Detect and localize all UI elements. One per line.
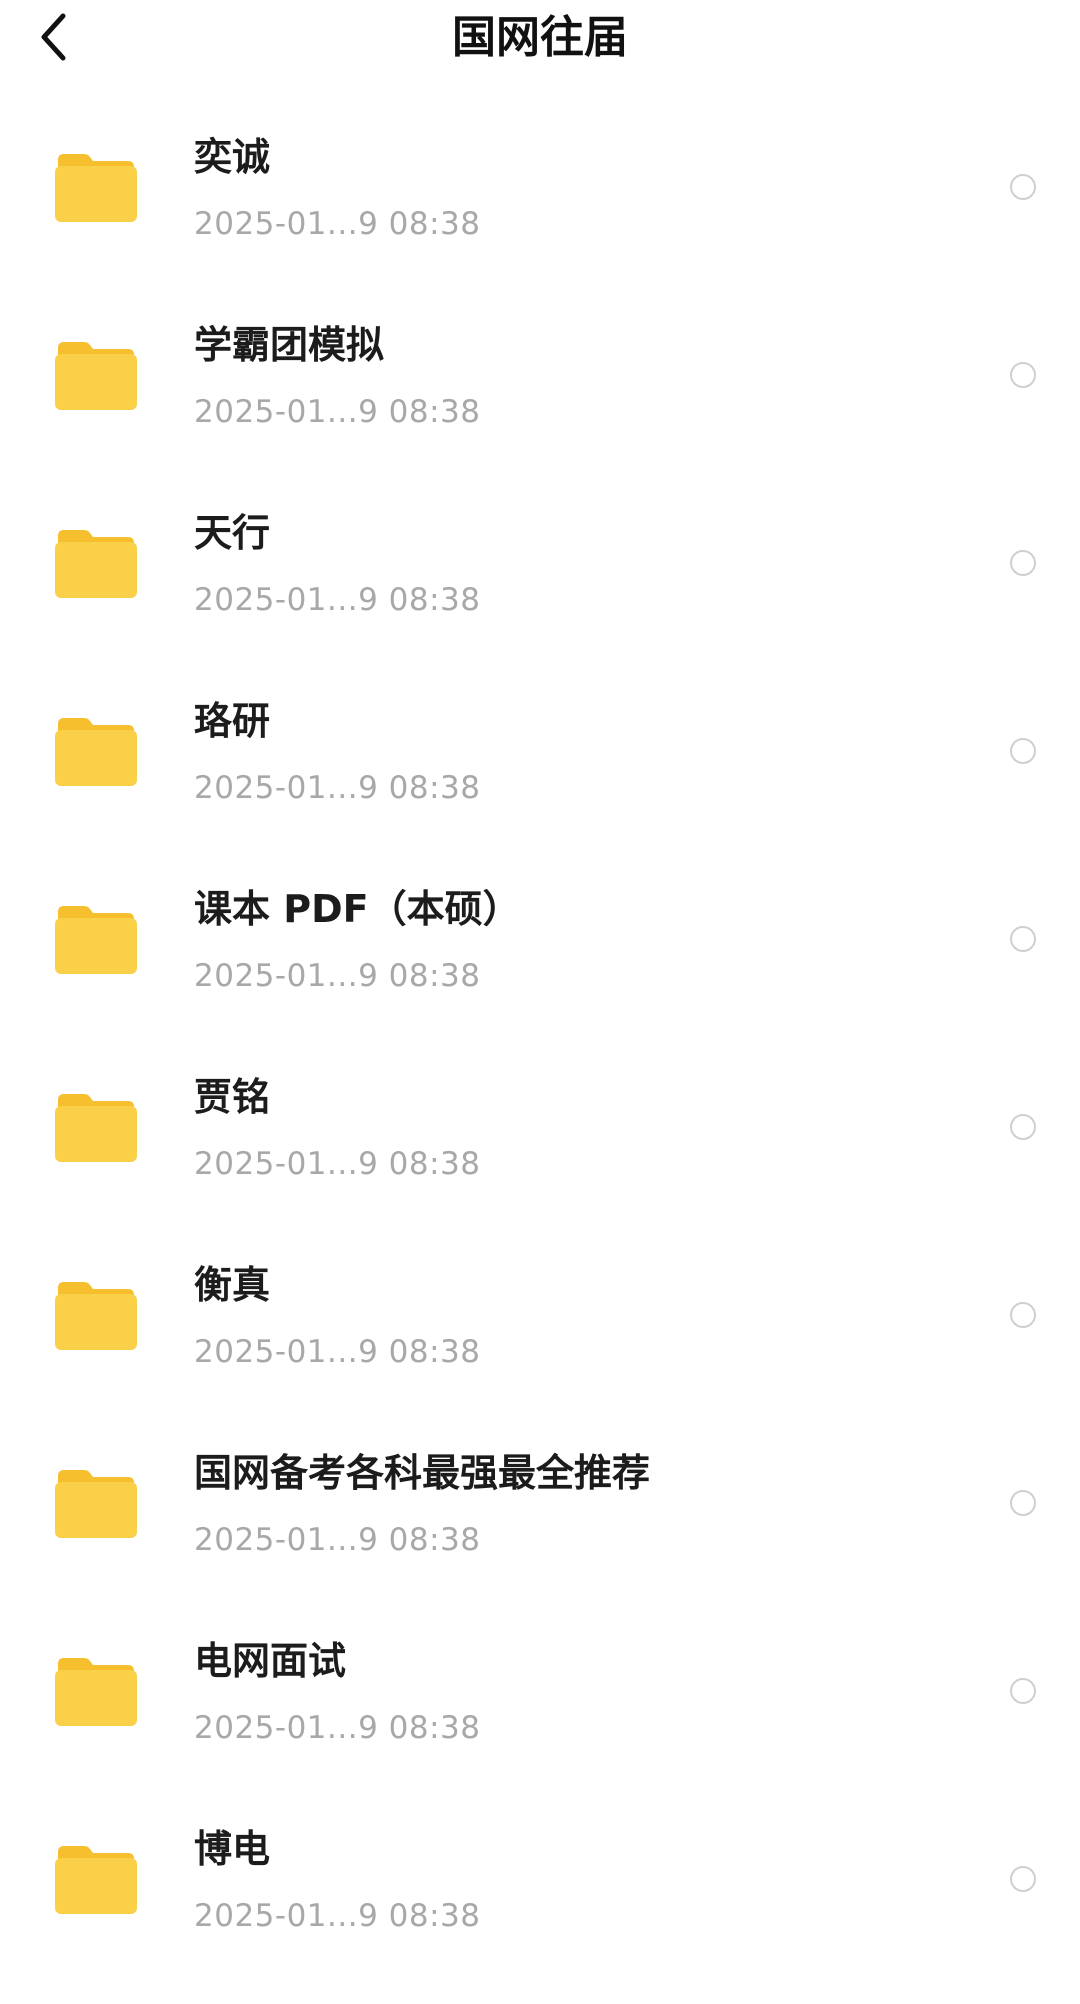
folder-row[interactable]: 学霸团模拟 2025-01...9 08:38 — [0, 306, 1080, 494]
folder-name: 衡真 — [194, 1263, 271, 1307]
folder-name: 天行 — [194, 511, 271, 555]
folder-row[interactable]: 电网面试 2025-01...9 08:38 — [0, 1622, 1080, 1810]
select-radio[interactable] — [1010, 1490, 1036, 1516]
folder-row[interactable]: 博电 2025-01...9 08:38 — [0, 1810, 1080, 1998]
folder-row[interactable]: 国网备考各科最强最全推荐 2025-01...9 08:38 — [0, 1434, 1080, 1622]
folder-list: 奕诚 2025-01...9 08:38 学霸团模拟 2025-01...9 0… — [0, 118, 1080, 1998]
folder-modified-date: 2025-01...9 08:38 — [194, 206, 481, 242]
folder-icon — [55, 1658, 137, 1726]
folder-modified-date: 2025-01...9 08:38 — [194, 394, 481, 430]
folder-icon — [55, 1094, 137, 1162]
folder-icon — [55, 1282, 137, 1350]
select-radio[interactable] — [1010, 1866, 1036, 1892]
folder-name: 电网面试 — [194, 1639, 347, 1683]
folder-icon — [55, 1846, 137, 1914]
select-radio[interactable] — [1010, 550, 1036, 576]
folder-row[interactable]: 天行 2025-01...9 08:38 — [0, 494, 1080, 682]
folder-modified-date: 2025-01...9 08:38 — [194, 1334, 481, 1370]
folder-modified-date: 2025-01...9 08:38 — [194, 770, 481, 806]
folder-modified-date: 2025-01...9 08:38 — [194, 1522, 481, 1558]
select-radio[interactable] — [1010, 174, 1036, 200]
folder-name: 博电 — [194, 1827, 271, 1871]
folder-name: 奕诚 — [194, 135, 271, 179]
folder-modified-date: 2025-01...9 08:38 — [194, 958, 481, 994]
folder-icon — [55, 718, 137, 786]
folder-name: 贾铭 — [194, 1075, 271, 1119]
select-radio[interactable] — [1010, 1114, 1036, 1140]
folder-name: 学霸团模拟 — [194, 323, 385, 367]
folder-row[interactable]: 珞研 2025-01...9 08:38 — [0, 682, 1080, 870]
select-radio[interactable] — [1010, 1678, 1036, 1704]
folder-row[interactable]: 课本 PDF（本硕） 2025-01...9 08:38 — [0, 870, 1080, 1058]
folder-row[interactable]: 贾铭 2025-01...9 08:38 — [0, 1058, 1080, 1246]
select-radio[interactable] — [1010, 926, 1036, 952]
page-title: 国网往届 — [452, 12, 628, 63]
top-navigation-bar: 国网往届 — [0, 0, 1080, 80]
folder-modified-date: 2025-01...9 08:38 — [194, 1710, 481, 1746]
folder-name: 珞研 — [194, 699, 271, 743]
folder-icon — [55, 342, 137, 410]
folder-icon — [55, 530, 137, 598]
folder-modified-date: 2025-01...9 08:38 — [194, 1146, 481, 1182]
folder-icon — [55, 154, 137, 222]
folder-name: 课本 PDF（本硕） — [194, 887, 521, 931]
select-radio[interactable] — [1010, 362, 1036, 388]
select-radio[interactable] — [1010, 738, 1036, 764]
folder-icon — [55, 1470, 137, 1538]
folder-modified-date: 2025-01...9 08:38 — [194, 582, 481, 618]
select-radio[interactable] — [1010, 1302, 1036, 1328]
folder-row[interactable]: 奕诚 2025-01...9 08:38 — [0, 118, 1080, 306]
folder-icon — [55, 906, 137, 974]
folder-row[interactable]: 衡真 2025-01...9 08:38 — [0, 1246, 1080, 1434]
folder-name: 国网备考各科最强最全推荐 — [194, 1451, 651, 1495]
folder-modified-date: 2025-01...9 08:38 — [194, 1898, 481, 1934]
